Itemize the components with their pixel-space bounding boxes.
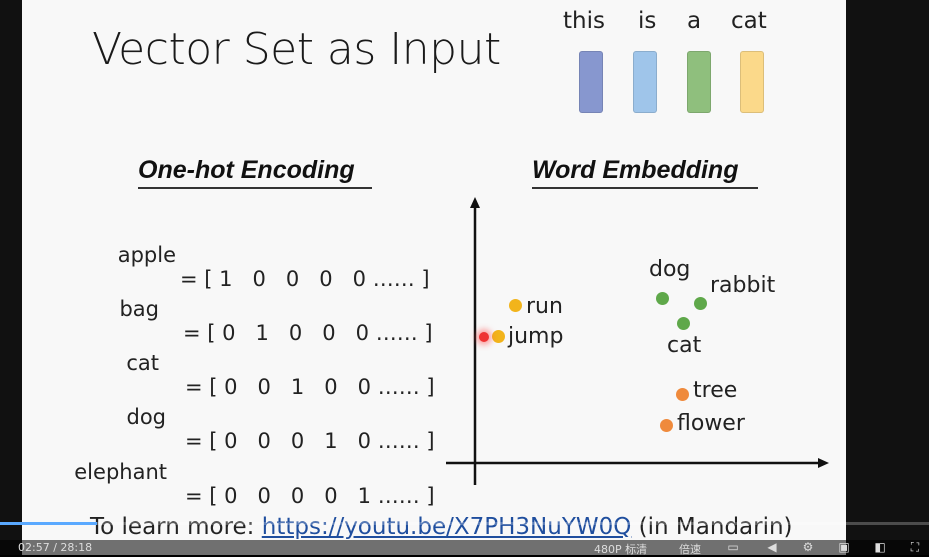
pip-icon[interactable]: ▣ [837, 541, 851, 553]
right-frame [846, 0, 929, 555]
volume-icon[interactable]: ◀ [765, 541, 779, 553]
vector-value: = [ 0 1 0 0 0 …… ] [183, 321, 433, 345]
settings-icon[interactable]: ⚙ [801, 541, 815, 553]
point-tree [676, 388, 689, 401]
token-word: a [687, 8, 702, 34]
footer-suffix: (in Mandarin) [631, 514, 793, 540]
y-axis-arrow [470, 197, 480, 208]
widescreen-icon[interactable]: ◧ [873, 541, 887, 553]
token-word: is [638, 8, 657, 34]
token-word: cat [731, 8, 767, 34]
point-run [509, 299, 522, 312]
vector-value: = [ 1 0 0 0 0 …… ] [180, 267, 430, 291]
vector-value: = [ 0 0 0 0 1 …… ] [185, 484, 435, 508]
time-separator: / [53, 541, 57, 554]
point-label: rabbit [710, 273, 776, 298]
fullscreen-icon[interactable]: ⛶ [908, 541, 922, 553]
embedding-heading: Word Embedding [532, 156, 739, 184]
vector-word: elephant [74, 460, 167, 484]
progress-fill [0, 522, 97, 525]
heading-underline [138, 187, 372, 189]
vector-value: = [ 0 0 1 0 0 …… ] [185, 375, 435, 399]
point-label: flower [677, 411, 745, 436]
footer-link[interactable]: https://youtu.be/X7PH3NuYW0Q [262, 514, 632, 540]
footer-prefix: To learn more: [90, 514, 262, 540]
point-label: run [526, 294, 563, 319]
point-rabbit [694, 297, 707, 310]
time-display: 02:57 / 28:18 [18, 541, 92, 554]
token-vector-bar [579, 51, 603, 113]
vector-word: bag [119, 297, 159, 321]
footer-note: To learn more: https://youtu.be/X7PH3NuY… [90, 514, 793, 540]
point-cat [677, 317, 690, 330]
player-control-bar [0, 540, 929, 555]
slide-title: Vector Set as Input [92, 24, 501, 75]
point-jump [492, 330, 505, 343]
point-label: tree [693, 378, 738, 403]
vector-word: dog [126, 405, 166, 429]
token-vector-bar [687, 51, 711, 113]
heading-underline [532, 187, 758, 189]
laser-pointer [479, 332, 489, 342]
token-word: this [563, 8, 605, 34]
token-vector-bar [740, 51, 764, 113]
time-current: 02:57 [18, 541, 50, 554]
vector-value: = [ 0 0 0 1 0 …… ] [185, 429, 435, 453]
point-label: jump [508, 324, 564, 349]
point-label: cat [667, 333, 702, 358]
vector-word: apple [117, 243, 176, 267]
x-axis-arrow [818, 458, 829, 468]
vector-word: cat [126, 351, 159, 375]
time-total: 28:18 [60, 541, 93, 554]
subtitle-icon[interactable]: ▭ [726, 541, 740, 553]
point-label: dog [649, 257, 691, 282]
point-flower [660, 419, 673, 432]
progress-bar[interactable] [0, 522, 929, 525]
one-hot-heading: One-hot Encoding [138, 156, 355, 184]
token-vector-bar [633, 51, 657, 113]
point-dog [656, 292, 669, 305]
